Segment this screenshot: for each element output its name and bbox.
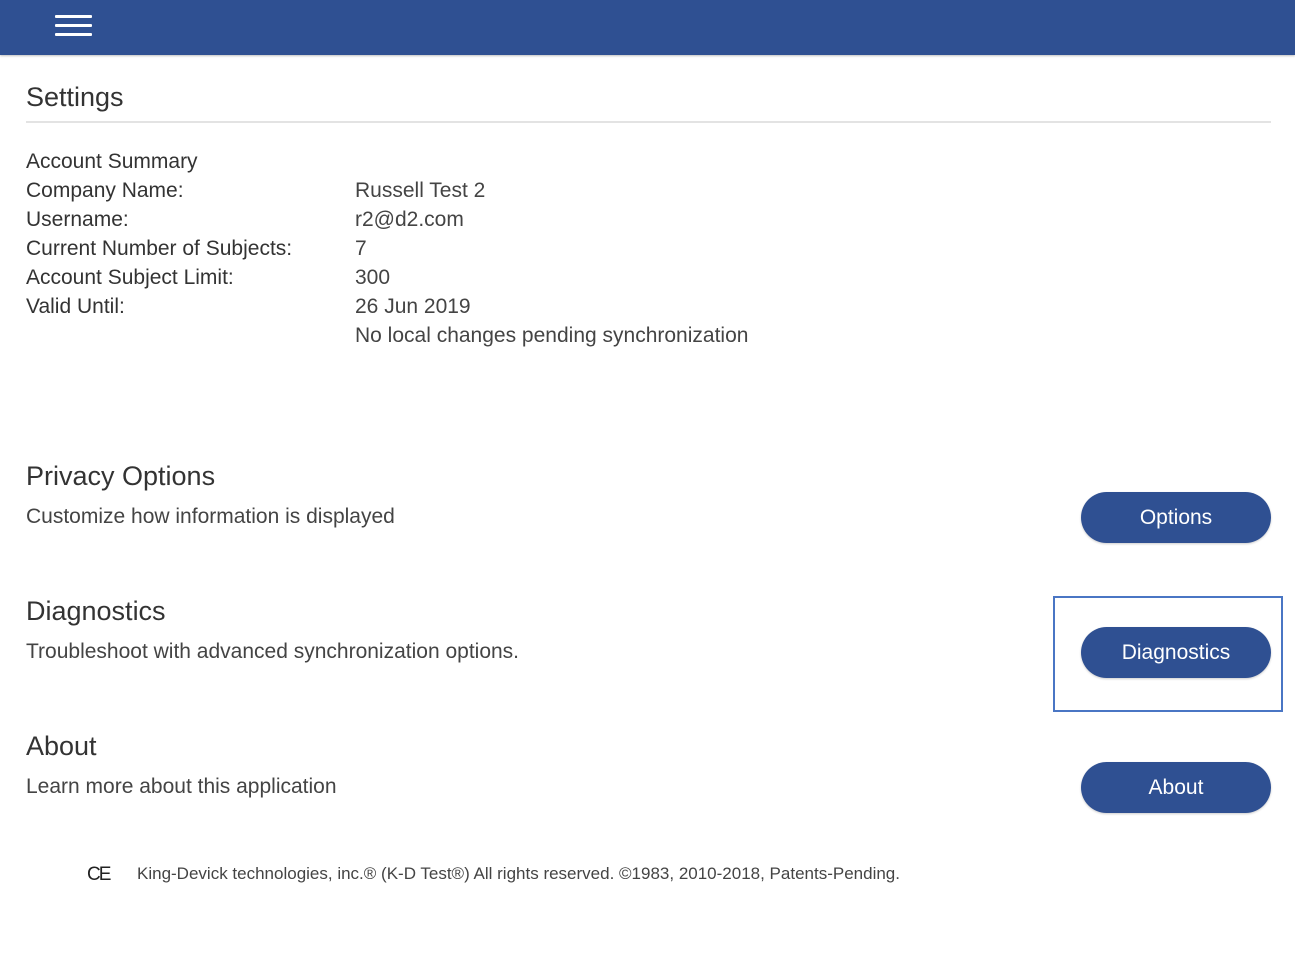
about-title: About: [26, 731, 97, 761]
username-label: Username:: [26, 208, 129, 231]
copyright-footer: King-Devick technologies, inc.® (K-D Tes…: [137, 864, 900, 883]
subject-limit-value: 300: [355, 266, 391, 289]
subject-limit-label: Account Subject Limit:: [26, 266, 234, 289]
company-name-label: Company Name:: [26, 179, 184, 202]
page-title: Settings: [26, 82, 124, 112]
subject-count-label: Current Number of Subjects:: [26, 237, 293, 260]
account-summary-heading: Account Summary: [26, 150, 198, 173]
hamburger-menu-icon[interactable]: [55, 15, 93, 37]
ce-mark-icon: CE: [87, 864, 111, 885]
diagnostics-button[interactable]: Diagnostics: [1081, 627, 1271, 678]
subject-count-value: 7: [355, 237, 367, 260]
diagnostics-title: Diagnostics: [26, 596, 166, 626]
valid-until-value: 26 Jun 2019: [355, 295, 471, 318]
title-divider: [26, 121, 1271, 123]
diagnostics-description: Troubleshoot with advanced synchronizati…: [26, 640, 520, 663]
top-app-bar: [0, 0, 1295, 55]
about-description: Learn more about this application: [26, 775, 337, 798]
username-value: r2@d2.com: [355, 208, 464, 231]
valid-until-label: Valid Until:: [26, 295, 125, 318]
about-button[interactable]: About: [1081, 762, 1271, 813]
privacy-options-description: Customize how information is displayed: [26, 505, 395, 528]
privacy-options-title: Privacy Options: [26, 461, 216, 491]
sync-status-text: No local changes pending synchronization: [355, 324, 749, 347]
options-button[interactable]: Options: [1081, 492, 1271, 543]
company-name-value: Russell Test 2: [355, 179, 486, 202]
